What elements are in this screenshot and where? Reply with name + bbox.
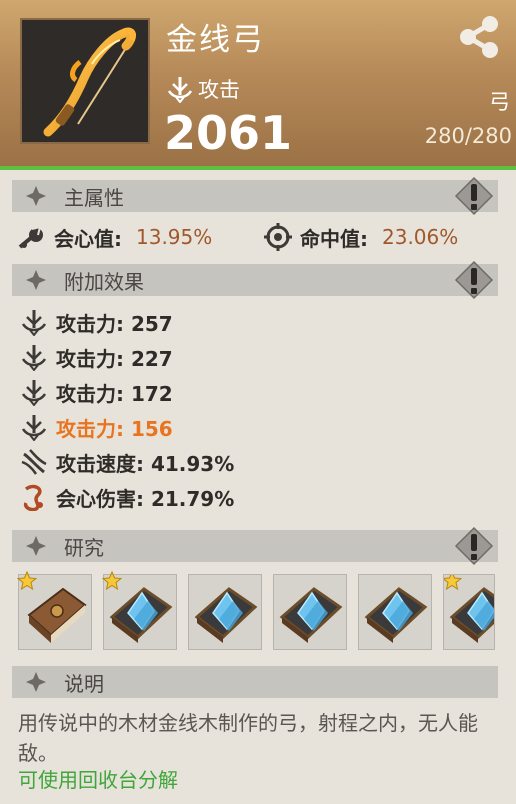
stat-text: 攻击力: 227: [56, 346, 173, 371]
star-icon: [102, 571, 122, 591]
item-durability: 280/280: [424, 124, 512, 148]
stat-value: 13.95%: [136, 225, 213, 249]
section-extra-effects: 附加效果: [12, 260, 498, 300]
research-slot-2[interactable]: [102, 571, 177, 650]
header-divider: [0, 166, 516, 170]
diamond-icon: [26, 672, 46, 692]
section-title: 说明: [64, 671, 104, 696]
item-type-row: 攻击: [166, 72, 240, 106]
stat-crit: 会心值: 13.95%: [18, 222, 212, 252]
item-icon-frame: [20, 18, 150, 144]
section-title: 附加效果: [64, 269, 144, 294]
attack-icon: [21, 415, 47, 441]
stat-text: 攻击速度: 41.93%: [56, 451, 235, 476]
section-research: 研究: [12, 526, 498, 566]
research-slot-4[interactable]: [273, 574, 347, 650]
item-header: 金线弓 攻击 2061 弓 280/280: [0, 0, 516, 166]
item-power-value: 2061: [164, 106, 293, 160]
crystal-book-icon: [194, 587, 258, 643]
research-slot-6[interactable]: [443, 574, 495, 650]
stat-attack-1: 攻击力: 257: [20, 307, 173, 337]
stat-text: 会心伤害: 21.79%: [56, 486, 235, 511]
stat-attack-2: 攻击力: 227: [20, 342, 173, 372]
diamond-icon: [26, 270, 46, 290]
stat-label: 会心值:: [54, 226, 122, 251]
attack-icon: [21, 345, 47, 371]
stat-accuracy: 命中值: 23.06%: [264, 222, 458, 252]
diamond-icon: [26, 536, 46, 556]
stat-label: 命中值:: [300, 226, 368, 251]
crystal-book-icon: [364, 587, 428, 643]
stat-attack-speed: 攻击速度: 41.93%: [20, 447, 234, 477]
research-slot-5[interactable]: [358, 574, 432, 650]
item-description: 用传说中的木材金线木制作的弓，射程之内，无人能敌。: [18, 711, 478, 765]
diamond-icon: [26, 186, 46, 206]
item-category: 弓: [489, 90, 510, 114]
crit-icon: [18, 225, 43, 249]
section-description: 说明: [12, 666, 498, 698]
attack-icon: [167, 77, 193, 103]
item-name: 金线弓: [166, 22, 265, 58]
research-slot-3[interactable]: [188, 574, 262, 650]
stat-crit-damage: 会心伤害: 21.79%: [20, 482, 234, 512]
attack-icon: [21, 310, 47, 336]
share-icon: [460, 16, 498, 58]
stat-value: 23.06%: [382, 225, 459, 249]
attack-icon: [21, 380, 47, 406]
recycle-hint: 可使用回收台分解: [18, 768, 178, 792]
stat-text: 攻击力: 172: [56, 381, 173, 406]
info-hint-icon[interactable]: [454, 260, 494, 300]
stat-attack-3: 攻击力: 172: [20, 377, 173, 407]
share-button[interactable]: [448, 8, 510, 66]
section-title: 主属性: [64, 185, 124, 210]
section-title: 研究: [64, 535, 104, 560]
stat-text: 攻击力: 257: [56, 311, 173, 336]
research-slot-1[interactable]: [17, 571, 92, 650]
attack-speed-icon: [21, 449, 47, 475]
info-hint-icon[interactable]: [454, 526, 494, 566]
item-type-label: 攻击: [198, 78, 240, 102]
info-hint-icon[interactable]: [454, 176, 494, 216]
star-icon: [17, 571, 37, 591]
crystal-book-icon: [279, 587, 343, 643]
stat-text: 攻击力: 156: [56, 416, 173, 441]
accuracy-icon: [264, 223, 292, 251]
golden-bow-icon: [43, 27, 136, 137]
stat-attack-4-highlight: 攻击力: 156: [20, 412, 173, 442]
section-main-attributes: 主属性: [12, 176, 498, 216]
star-icon: [444, 575, 462, 591]
crit-damage-icon: [23, 484, 43, 511]
